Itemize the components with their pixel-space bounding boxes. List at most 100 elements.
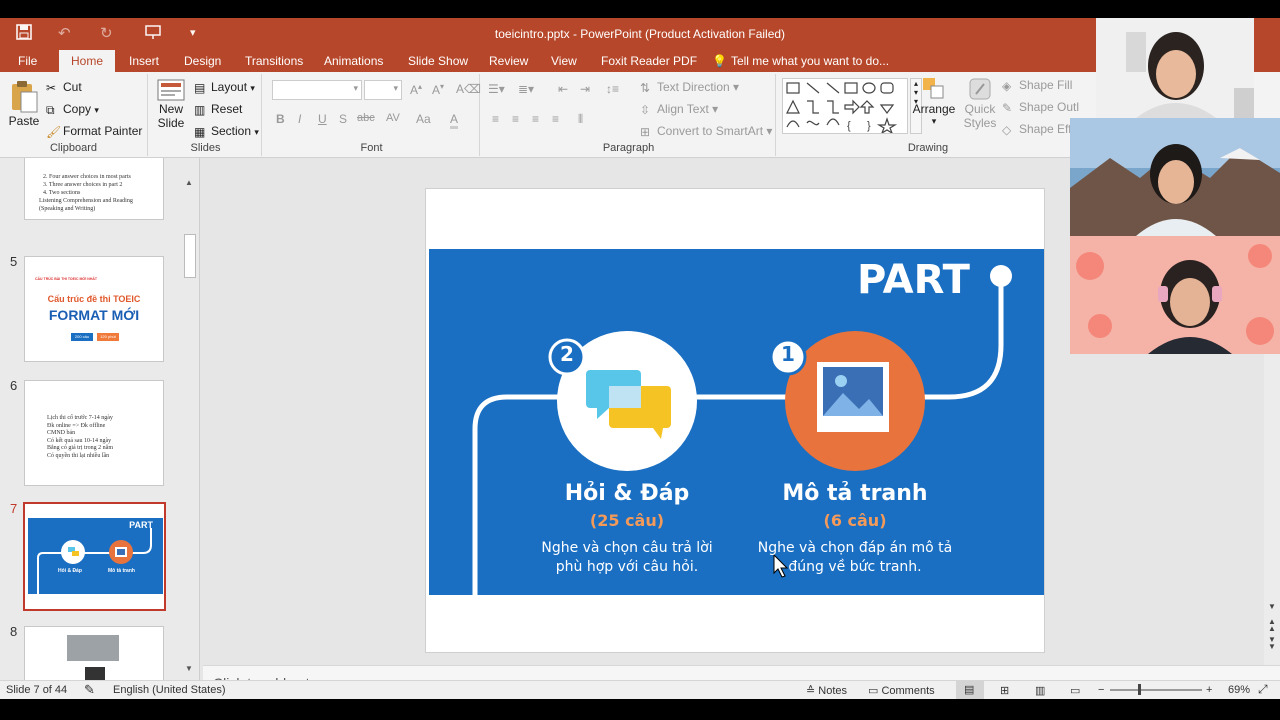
increase-indent-icon[interactable]: ⇥: [580, 82, 590, 96]
slide-thumbnail-4[interactable]: 2. Four answer choices in most parts 3. …: [24, 158, 164, 220]
cut-button[interactable]: ✂ Cut: [46, 80, 82, 95]
participant-video-3[interactable]: [1070, 236, 1280, 354]
columns-icon[interactable]: ⫴: [578, 112, 583, 127]
participant-2-avatar: [1070, 118, 1280, 236]
zoom-out-button[interactable]: −: [1098, 684, 1104, 696]
shape-outline-button[interactable]: ✎ Shape Outl: [1002, 100, 1079, 115]
font-color-button[interactable]: A: [450, 112, 459, 129]
text-shadow-button[interactable]: S: [339, 112, 347, 126]
customize-qat-icon[interactable]: ▾: [190, 26, 196, 39]
scroll-down-icon[interactable]: ▼: [1268, 602, 1276, 611]
slide-thumbnail-5[interactable]: CẤU TRÚC BÀI THI TOEIC MỚI NHẤT Cấu trúc…: [24, 256, 164, 362]
comments-button[interactable]: ▭ Comments: [868, 684, 935, 697]
numbering-icon[interactable]: ≣▾: [518, 82, 534, 96]
tab-view[interactable]: View: [551, 54, 577, 68]
participant-video-2[interactable]: [1070, 118, 1280, 236]
strikethrough-button[interactable]: abc: [357, 112, 375, 124]
clear-formatting-icon[interactable]: A⌫: [456, 82, 481, 96]
fit-to-window-icon[interactable]: ⤢: [1258, 682, 1268, 697]
scroll-down-arrow-icon[interactable]: ▼: [185, 664, 193, 673]
font-name-dropdown[interactable]: ▾: [272, 80, 362, 100]
shapes-gallery[interactable]: {}: [782, 78, 908, 135]
align-right-icon[interactable]: ≡: [532, 112, 539, 126]
language-indicator[interactable]: English (United States): [113, 684, 226, 696]
zoom-slider[interactable]: [1110, 684, 1202, 695]
tab-design[interactable]: Design: [184, 54, 221, 68]
arrange-button[interactable]: Arrange ▾: [912, 76, 956, 127]
thumb4-line: Listening Comprehension and Reading: [39, 198, 133, 204]
normal-view-button[interactable]: ▤: [956, 681, 984, 699]
bullets-icon[interactable]: ☰▾: [488, 82, 505, 96]
slides-group-label: Slides: [190, 142, 221, 154]
thumb4-line: 4. Two sections: [43, 190, 81, 196]
slide-thumbnail-8[interactable]: [24, 626, 164, 680]
increase-font-size-icon[interactable]: A▴: [410, 82, 422, 97]
slide-thumbnail-7-selected[interactable]: PART Hỏi & Đáp Mô tả tranh: [23, 502, 166, 611]
line-spacing-icon[interactable]: ↕≡: [606, 82, 619, 96]
paste-button[interactable]: Paste: [8, 80, 40, 128]
slide-thumbnail-6[interactable]: Lịch thi cố trước 7-14 ngày Đk online =>…: [24, 380, 164, 486]
tab-insert[interactable]: Insert: [129, 54, 159, 68]
section-button[interactable]: ▦ Section ▾: [194, 124, 259, 139]
group-slides: New Slide ▤ Layout ▾ ▥ Reset ▦ Section ▾ Sl…: [150, 74, 262, 156]
start-from-beginning-icon[interactable]: [145, 24, 161, 44]
character-spacing-button[interactable]: AV: [386, 112, 400, 124]
format-painter-button[interactable]: 🖌 Format Painter: [46, 124, 142, 139]
current-slide[interactable]: PART 2 1 Hỏi & Đáp (25 câu) Nghe và chọn…: [425, 188, 1045, 653]
zoom-level[interactable]: 69%: [1228, 684, 1250, 696]
undo-icon[interactable]: ↶: [58, 24, 71, 42]
scroll-up-arrow-icon[interactable]: ▲: [185, 178, 193, 187]
participant-3-avatar: [1070, 236, 1280, 354]
tab-home[interactable]: Home: [59, 50, 116, 72]
font-size-dropdown[interactable]: ▾: [364, 80, 402, 100]
save-icon[interactable]: [16, 24, 32, 44]
tab-slide-show[interactable]: Slide Show: [408, 54, 468, 68]
tab-foxit-reader-pdf[interactable]: Foxit Reader PDF: [601, 54, 697, 68]
tab-transitions[interactable]: Transitions: [245, 54, 303, 68]
convert-to-smartart-button[interactable]: ⊞ Convert to SmartArt ▾: [640, 124, 772, 139]
zoom-in-button[interactable]: +: [1206, 684, 1212, 696]
zoom-slider-thumb[interactable]: [1138, 684, 1141, 695]
thumbnails-scrollbar[interactable]: ▲ ▼: [184, 178, 198, 680]
italic-button[interactable]: I: [298, 112, 301, 126]
slide-sorter-button[interactable]: ⊞: [1000, 684, 1009, 697]
slide-thumbnails-pane: 2. Four answer choices in most parts 3. …: [0, 158, 200, 680]
text-direction-button[interactable]: ⇅ Text Direction ▾: [640, 80, 739, 95]
tell-me-search[interactable]: 💡 Tell me what you want to do...: [712, 54, 889, 68]
tab-file[interactable]: File: [18, 54, 37, 68]
shape-effects-icon: ◇: [1002, 122, 1012, 137]
align-left-icon[interactable]: ≡: [492, 112, 499, 126]
reading-view-button[interactable]: ▥: [1035, 684, 1045, 697]
align-text-label: Align Text: [657, 102, 709, 116]
notes-button[interactable]: ≙ Notes: [806, 684, 847, 697]
justify-icon[interactable]: ≡: [552, 112, 559, 126]
redo-icon[interactable]: ↻: [100, 24, 113, 42]
previous-slide-icon[interactable]: ▲ ▲: [1268, 618, 1276, 633]
change-case-button[interactable]: Aa: [416, 112, 431, 126]
quick-styles-button[interactable]: Quick Styles: [960, 76, 1000, 130]
group-paragraph: ☰▾ ≣▾ ⇤ ⇥ ↕≡ ≡ ≡ ≡ ≡ ⫴ ⇅ Text Direction ▾…: [482, 74, 776, 156]
new-slide-button[interactable]: New Slide: [156, 78, 186, 130]
slide-show-button[interactable]: ▭: [1070, 684, 1080, 697]
decrease-font-size-icon[interactable]: A▾: [432, 82, 444, 97]
participant-video-1[interactable]: [1096, 18, 1254, 118]
decrease-indent-icon[interactable]: ⇤: [558, 82, 568, 96]
spell-check-icon[interactable]: ✎: [84, 682, 95, 698]
smartart-icon: ⊞: [640, 124, 651, 139]
next-slide-icon[interactable]: ▼ ▼: [1268, 636, 1276, 651]
tab-animations[interactable]: Animations: [324, 54, 383, 68]
underline-button[interactable]: U: [318, 112, 327, 126]
tab-review[interactable]: Review: [489, 54, 528, 68]
align-center-icon[interactable]: ≡: [512, 112, 519, 126]
layout-button[interactable]: ▤ Layout ▾: [194, 80, 255, 95]
copy-button[interactable]: ⧉ Copy ▾: [46, 102, 99, 117]
shape-fill-button[interactable]: ◈ Shape Fill: [1002, 78, 1072, 93]
reset-button[interactable]: ▥ Reset: [194, 102, 242, 117]
bold-button[interactable]: B: [276, 112, 285, 126]
shape-effects-button[interactable]: ◇ Shape Effe: [1002, 122, 1078, 137]
thumbnails-scroll-thumb[interactable]: [184, 234, 196, 278]
group-clipboard: Paste ✂ Cut ⧉ Copy ▾ 🖌 Format Painter Clipb…: [0, 74, 148, 156]
thumb4-line: 3. Three answer choices in part 2: [43, 182, 123, 188]
align-text-icon: ⇳: [640, 102, 651, 117]
align-text-button[interactable]: ⇳ Align Text ▾: [640, 102, 718, 117]
